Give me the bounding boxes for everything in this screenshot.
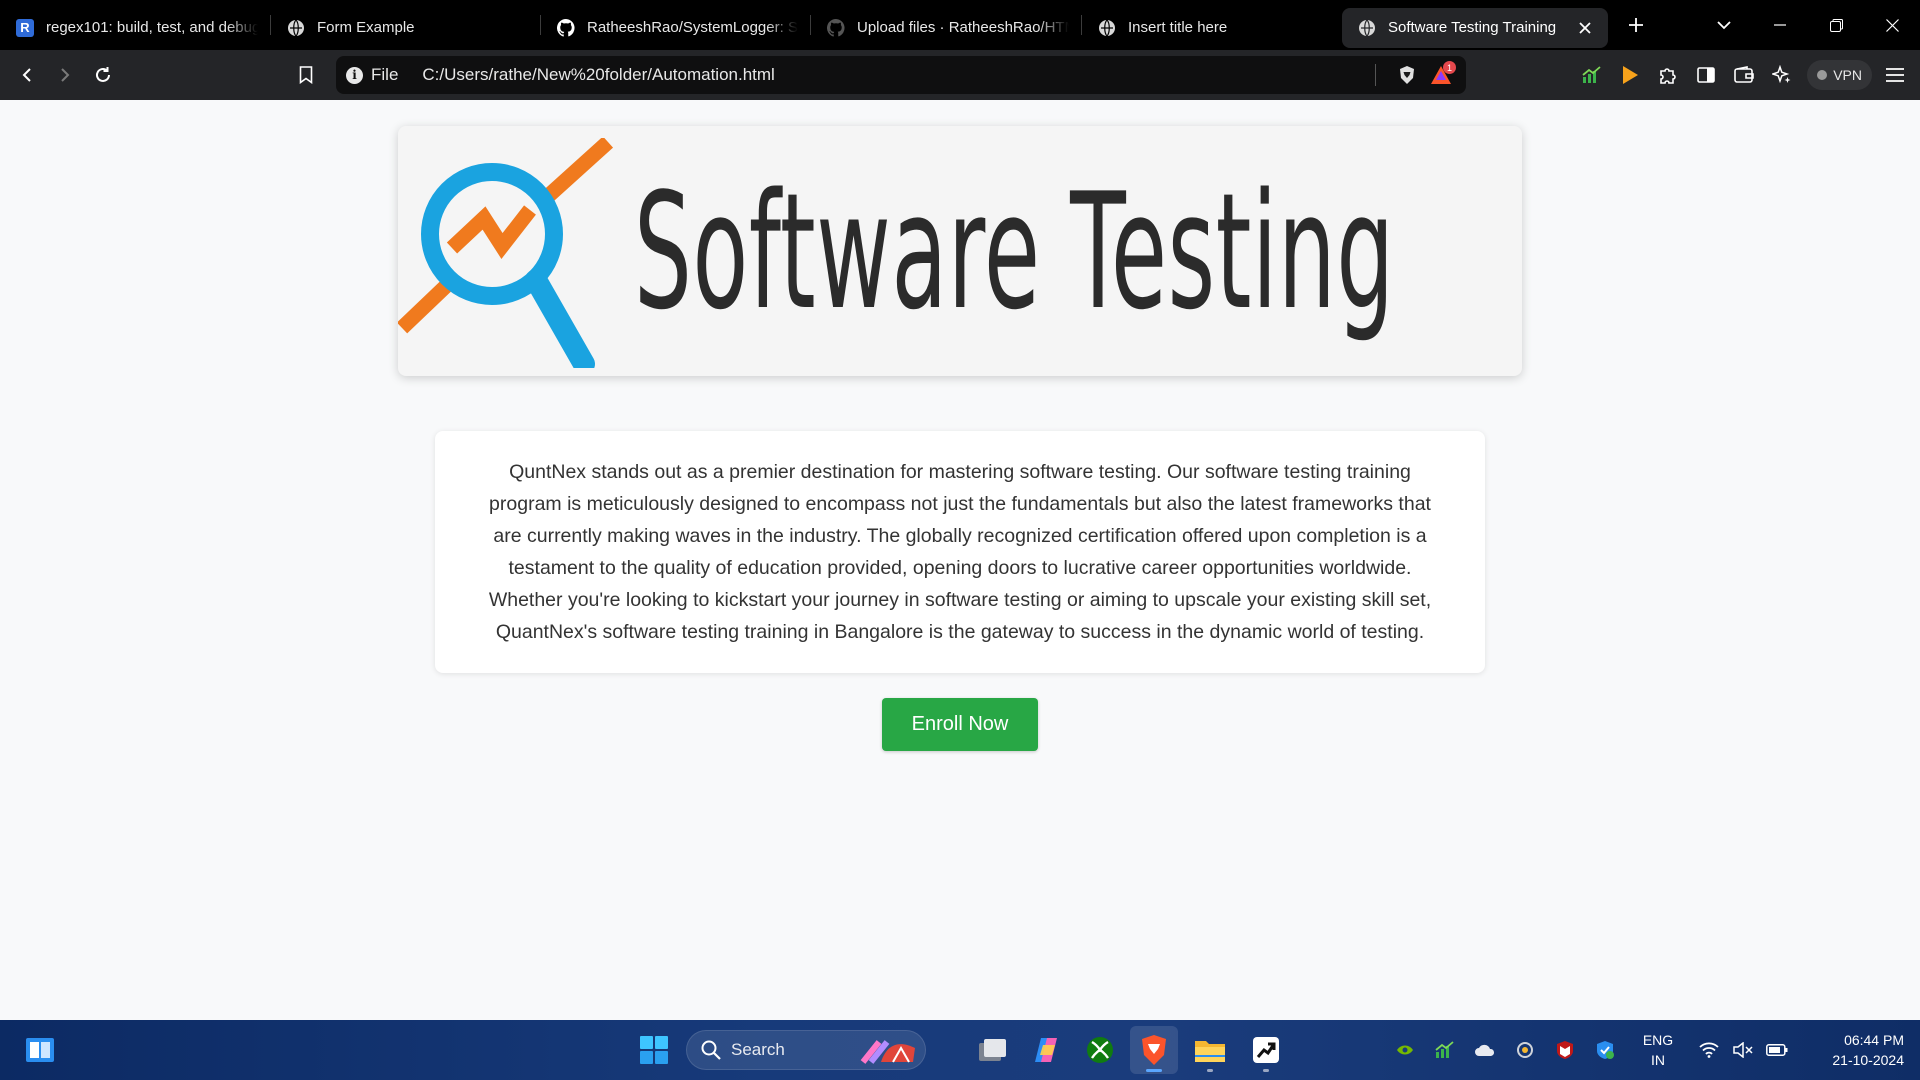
stock-extension-icon[interactable] xyxy=(1573,56,1611,94)
taskbar-search[interactable]: Search xyxy=(686,1030,926,1070)
enroll-now-button[interactable]: Enroll Now xyxy=(882,698,1038,751)
clock[interactable]: 06:44 PM 21-10-2024 xyxy=(1814,1030,1904,1070)
xbox-icon[interactable] xyxy=(1076,1026,1124,1074)
brave-icon[interactable] xyxy=(1130,1026,1178,1074)
defender-icon[interactable] xyxy=(1588,1033,1622,1067)
tab-title: Form Example xyxy=(317,19,415,36)
tab-strip: R regex101: build, test, and debug regex… xyxy=(0,0,1920,50)
tab-title: Upload files · RatheeshRao/HTML xyxy=(857,19,1069,36)
tab-upload-files[interactable]: Upload files · RatheeshRao/HTML xyxy=(811,8,1081,48)
omnibox-divider xyxy=(1375,64,1376,86)
github-icon xyxy=(827,18,845,37)
site-info-chip[interactable]: i File xyxy=(346,65,398,85)
stock-app-icon[interactable] xyxy=(1242,1026,1290,1074)
search-highlight-icon xyxy=(860,1040,915,1064)
tab-software-testing-training[interactable]: Software Testing Training xyxy=(1342,7,1608,48)
play-extension-icon[interactable] xyxy=(1611,56,1649,94)
wallet-icon[interactable] xyxy=(1725,56,1763,94)
start-button[interactable] xyxy=(630,1026,678,1074)
logo-text: Software Testing xyxy=(634,157,1395,345)
tab-search-chevron-icon[interactable] xyxy=(1696,0,1752,50)
bookmark-icon[interactable] xyxy=(288,57,324,93)
running-indicator xyxy=(1263,1069,1269,1072)
copilot-icon[interactable] xyxy=(1022,1026,1070,1074)
globe-icon xyxy=(287,19,305,37)
reload-button[interactable] xyxy=(85,57,121,93)
info-icon: i xyxy=(346,66,363,84)
language-code: ENG xyxy=(1642,1032,1674,1048)
forward-button[interactable] xyxy=(47,57,83,93)
running-indicator xyxy=(1146,1069,1162,1072)
browser-toolbar: i File C:/Users/rathe/New%20folder/Autom… xyxy=(0,50,1920,100)
rewards-badge: 1 xyxy=(1443,61,1456,74)
sidebar-toggle-icon[interactable] xyxy=(1687,56,1725,94)
close-tab-icon[interactable] xyxy=(1574,17,1596,39)
tab-systemlogger[interactable]: RatheeshRao/SystemLogger: System Logger xyxy=(541,8,810,48)
address-bar[interactable]: i File C:/Users/rathe/New%20folder/Autom… xyxy=(336,56,1466,94)
mcafee-icon[interactable] xyxy=(1548,1033,1582,1067)
tab-insert-title[interactable]: Insert title here xyxy=(1082,8,1336,48)
vpn-status-dot xyxy=(1817,70,1828,80)
description-text: QuntNex stands out as a premier destinat… xyxy=(488,461,1432,643)
tab-title: regex101: build, test, and debug regex xyxy=(46,19,258,36)
magnifier-logo-icon xyxy=(398,138,614,368)
vpn-button[interactable]: VPN xyxy=(1807,60,1872,90)
restore-button[interactable] xyxy=(1808,0,1864,50)
globe-icon xyxy=(1098,19,1116,37)
tab-title: Insert title here xyxy=(1128,19,1228,36)
input-language[interactable]: ENG IN xyxy=(1636,1030,1680,1070)
leo-ai-icon[interactable] xyxy=(1763,56,1801,94)
tab-title: Software Testing Training xyxy=(1388,19,1557,36)
onedrive-icon[interactable] xyxy=(1468,1033,1502,1067)
vpn-label: VPN xyxy=(1833,67,1862,83)
running-indicator xyxy=(1207,1069,1213,1072)
tab-form-example[interactable]: Form Example xyxy=(271,8,540,48)
volume-muted-icon[interactable] xyxy=(1726,1033,1760,1067)
site-info-label: File xyxy=(371,65,399,84)
description-card: QuntNex stands out as a premier destinat… xyxy=(435,431,1485,673)
new-tab-button[interactable] xyxy=(1616,5,1656,45)
tab-title: RatheeshRao/SystemLogger: System Logger xyxy=(587,19,798,36)
header-banner: Software Testing xyxy=(398,126,1522,376)
system-tray: ENG IN 06:44 PM 21-10-2024 xyxy=(1388,1020,1920,1080)
stock-tray-icon[interactable] xyxy=(1428,1033,1462,1067)
battery-icon[interactable] xyxy=(1760,1033,1794,1067)
brave-rewards-icon[interactable]: 1 xyxy=(1424,58,1458,92)
windows-taskbar: Search ENG IN 06:44 PM 21-10-2024 xyxy=(0,1020,1920,1080)
toolbar-actions: VPN xyxy=(1573,50,1920,100)
nvidia-icon[interactable] xyxy=(1388,1033,1422,1067)
security-center-icon[interactable] xyxy=(1508,1033,1542,1067)
region-code: IN xyxy=(1651,1052,1665,1068)
clock-date: 21-10-2024 xyxy=(1832,1052,1904,1068)
tab-regex101[interactable]: R regex101: build, test, and debug regex xyxy=(0,8,270,48)
wifi-icon[interactable] xyxy=(1692,1033,1726,1067)
clock-time: 06:44 PM xyxy=(1844,1032,1904,1048)
close-window-button[interactable] xyxy=(1864,0,1920,50)
web-page: Software Testing QuntNex stands out as a… xyxy=(0,100,1920,1020)
globe-icon xyxy=(1358,19,1376,37)
hamburger-menu-icon[interactable] xyxy=(1876,56,1914,94)
minimize-button[interactable] xyxy=(1752,0,1808,50)
widgets-icon[interactable] xyxy=(16,1026,64,1074)
brave-shields-icon[interactable] xyxy=(1390,58,1424,92)
search-label: Search xyxy=(731,1040,785,1059)
back-button[interactable] xyxy=(9,57,45,93)
notifications-icon[interactable] xyxy=(1912,1033,1920,1067)
task-view-icon[interactable] xyxy=(968,1026,1016,1074)
search-icon xyxy=(701,1040,721,1060)
github-icon xyxy=(557,18,575,37)
extensions-puzzle-icon[interactable] xyxy=(1649,56,1687,94)
window-controls xyxy=(1696,0,1920,50)
file-explorer-icon[interactable] xyxy=(1186,1026,1234,1074)
url-text[interactable]: C:/Users/rathe/New%20folder/Automation.h… xyxy=(422,65,1375,85)
regex101-icon: R xyxy=(16,18,34,37)
